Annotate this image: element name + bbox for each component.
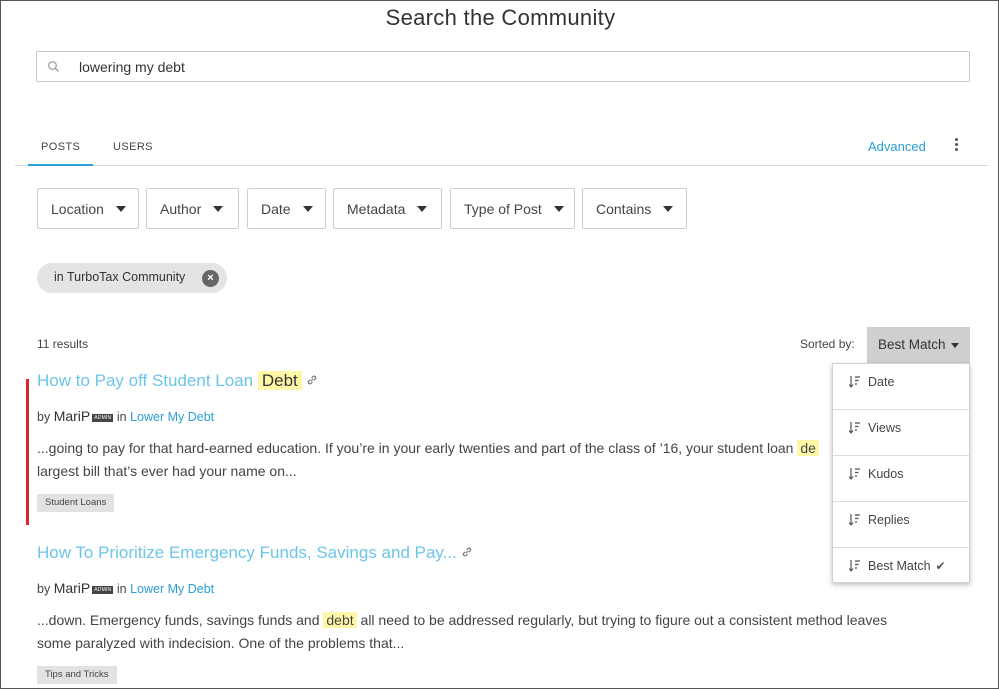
caret-down-icon: [417, 205, 428, 212]
link-icon: [462, 547, 472, 557]
post-tag[interactable]: Student Loans: [37, 494, 115, 512]
sort-option-views[interactable]: Views: [833, 410, 969, 456]
sort-option-label: Replies: [868, 513, 910, 527]
sort-icon: [849, 560, 860, 572]
caret-down-icon: [213, 205, 224, 212]
snippet-text: largest bill that’s ever had your name o…: [37, 463, 297, 479]
snippet-text: all need to be addressed regularly, but …: [360, 612, 888, 628]
filter-label: Type of Post: [464, 200, 542, 217]
snippet-highlight: debt: [323, 612, 357, 628]
in-label: in: [116, 410, 127, 424]
filter-author-button[interactable]: Author: [146, 188, 239, 229]
more-options-icon[interactable]: [953, 138, 959, 154]
admin-badge: ADMIN: [92, 414, 114, 422]
post-byline: by MariP ADMIN in Lower My Debt: [37, 580, 214, 596]
location-filter-chip: in TurboTax Community ×: [37, 263, 227, 293]
caret-down-icon: [302, 205, 313, 212]
page-title: Search the Community: [385, 5, 616, 30]
sort-option-best-match[interactable]: Best Match ✔: [833, 548, 969, 594]
sort-dropdown-button[interactable]: Best Match: [867, 327, 970, 363]
sort-selected-label: Best Match: [878, 337, 946, 352]
filter-type-of-post-button[interactable]: Type of Post: [450, 188, 575, 229]
board-link[interactable]: Lower My Debt: [130, 410, 214, 424]
link-icon: [307, 375, 316, 385]
filter-label: Metadata: [347, 200, 406, 217]
sort-option-date[interactable]: Date: [833, 364, 969, 410]
snippet-text: some paralyzed with indecision. One of t…: [37, 635, 405, 651]
chip-label: in TurboTax Community: [54, 270, 186, 284]
caret-down-icon: [663, 205, 674, 212]
post-byline: by MariP ADMIN in Lower My Debt: [37, 408, 214, 424]
caret-down-icon: [950, 342, 959, 348]
filter-label: Date: [261, 200, 291, 217]
by-label: by: [37, 582, 51, 596]
sort-option-label: Date: [868, 375, 895, 389]
sort-icon: [849, 468, 860, 480]
filter-label: Contains: [596, 200, 652, 217]
title-highlight: Debt: [257, 371, 302, 390]
advanced-search-link[interactable]: Advanced: [868, 139, 926, 154]
post-title-link[interactable]: How to Pay off Student Loan Debt: [37, 371, 318, 391]
filter-date-button[interactable]: Date: [247, 188, 326, 229]
sort-dropdown-menu: Date Views Kudos Replies Best Match ✔: [832, 363, 970, 583]
post-title-text: How To Prioritize Emergency Funds, Savin…: [37, 543, 457, 562]
search-icon: [48, 61, 59, 72]
filter-contains-button[interactable]: Contains: [582, 188, 687, 229]
sort-option-label: Views: [868, 421, 902, 435]
sort-option-kudos[interactable]: Kudos: [833, 456, 969, 502]
author-link[interactable]: MariP: [54, 580, 91, 596]
by-label: by: [37, 410, 51, 424]
tab-posts[interactable]: POSTS: [28, 141, 94, 166]
sort-option-replies[interactable]: Replies: [833, 502, 969, 548]
snippet-text: ...down. Emergency funds, savings funds …: [37, 612, 320, 628]
post-tag[interactable]: Tips and Tricks: [37, 666, 117, 684]
post-snippet: ...down. Emergency funds, savings funds …: [37, 609, 917, 655]
caret-down-icon: [115, 205, 126, 212]
results-count: 11 results: [37, 337, 89, 351]
caret-down-icon: [553, 205, 564, 212]
post-snippet: ...going to pay for that hard-earned edu…: [37, 437, 917, 483]
board-link[interactable]: Lower My Debt: [130, 582, 214, 596]
sort-icon: [849, 514, 860, 526]
search-input[interactable]: [79, 58, 939, 76]
post-title-text: How to Pay off Student Loan: [37, 371, 254, 390]
filter-location-button[interactable]: Location: [37, 188, 139, 229]
admin-badge: ADMIN: [92, 586, 114, 594]
filter-label: Author: [160, 200, 202, 217]
snippet-highlight: de: [797, 440, 819, 456]
search-box[interactable]: [36, 51, 970, 82]
unread-indicator-bar: [26, 379, 29, 525]
post-title-link[interactable]: How To Prioritize Emergency Funds, Savin…: [37, 543, 473, 563]
in-label: in: [116, 582, 127, 596]
sort-option-label: Kudos: [868, 467, 904, 481]
sort-option-label: Best Match: [868, 559, 931, 573]
filter-metadata-button[interactable]: Metadata: [333, 188, 442, 229]
sorted-by-label: Sorted by:: [800, 337, 855, 351]
author-link[interactable]: MariP: [54, 408, 91, 424]
sort-icon: [849, 422, 860, 434]
remove-chip-icon[interactable]: ×: [202, 270, 219, 287]
sort-icon: [849, 376, 860, 388]
filter-label: Location: [51, 200, 104, 217]
snippet-text: ...going to pay for that hard-earned edu…: [37, 440, 794, 456]
tab-users[interactable]: USERS: [113, 141, 153, 166]
checkmark-icon: ✔: [935, 559, 946, 573]
results-tabs: POSTS USERS Advanced: [15, 133, 988, 166]
